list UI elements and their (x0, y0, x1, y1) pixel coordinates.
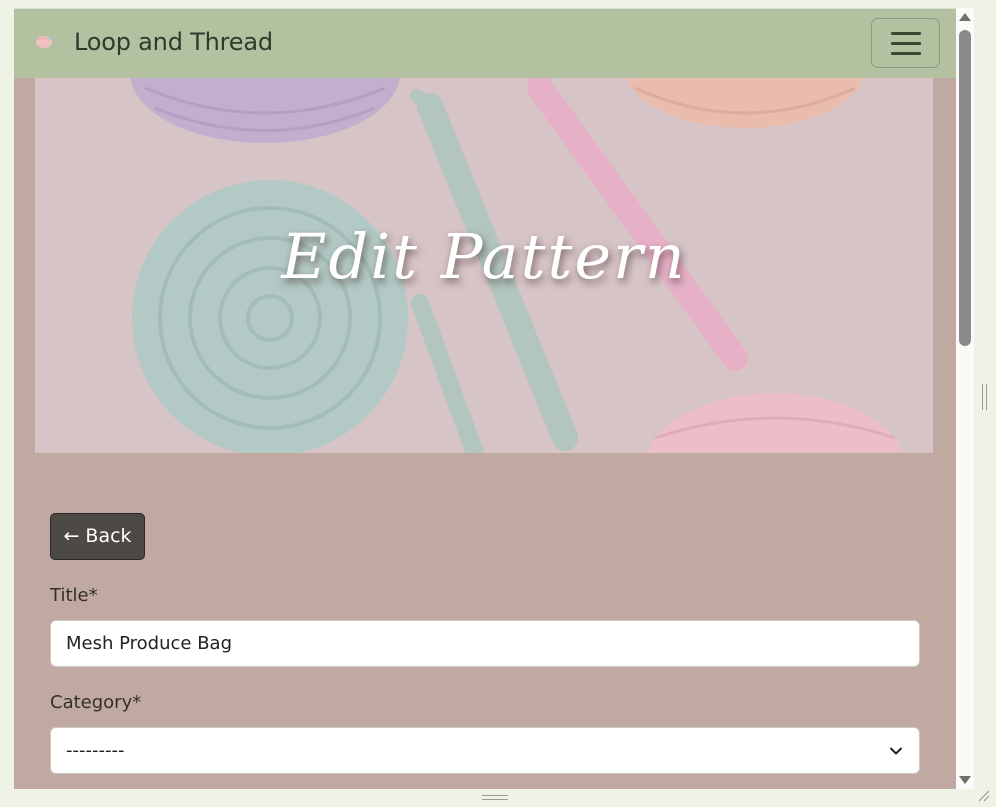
page-title: Edit Pattern (281, 220, 687, 293)
scrollbar-thumb[interactable] (959, 30, 971, 346)
resize-handle-bottom[interactable] (482, 795, 508, 800)
navbar: Loop and Thread (14, 9, 956, 78)
back-button[interactable]: ← Back (50, 513, 145, 560)
scroll-up-arrow-icon[interactable] (959, 13, 971, 21)
category-label: Category* (50, 692, 142, 713)
title-label: Title* (50, 585, 98, 606)
browser-viewport: Loop and Thread Edit Pattern ← Back Titl… (14, 8, 956, 789)
scroll-down-arrow-icon[interactable] (959, 776, 971, 784)
resize-corner-icon[interactable] (976, 788, 990, 802)
hero-banner: Edit Pattern (35, 78, 933, 453)
vertical-scrollbar[interactable] (956, 8, 974, 789)
chevron-down-icon (890, 747, 902, 755)
title-input[interactable]: Mesh Produce Bag (50, 620, 920, 667)
yarn-logo-icon (36, 35, 57, 48)
brand-name[interactable]: Loop and Thread (74, 28, 273, 56)
menu-toggle-button[interactable] (871, 18, 940, 68)
hamburger-icon (891, 32, 921, 35)
category-selected-value: --------- (66, 740, 125, 761)
resize-handle-right[interactable] (982, 384, 987, 410)
category-select[interactable]: --------- (50, 727, 920, 774)
